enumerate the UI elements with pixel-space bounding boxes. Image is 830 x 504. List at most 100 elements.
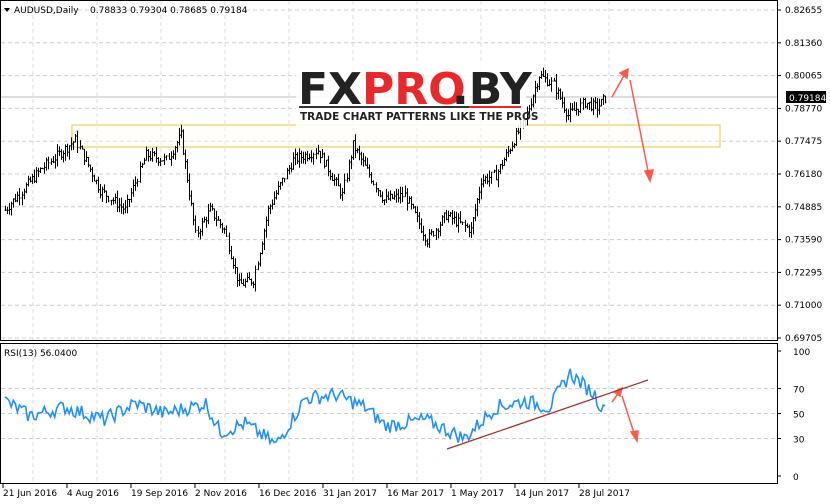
price-bar: [157, 157, 160, 166]
price-bar: [422, 225, 425, 241]
price-bar: [18, 188, 21, 206]
price-bar: [404, 185, 407, 198]
price-bar: [470, 221, 473, 238]
price-bar: [323, 152, 326, 169]
price-bar: [66, 143, 69, 157]
current-price-tag: 0.79184: [786, 91, 826, 104]
price-bar: [445, 209, 448, 221]
price-bar: [242, 278, 245, 286]
price-bar: [54, 154, 57, 169]
price-bar: [134, 176, 137, 191]
rsi-down-arrow: [621, 395, 636, 437]
price-bar: [308, 153, 311, 161]
price-bar: [306, 150, 309, 162]
price-bar: [540, 70, 543, 79]
price-bar: [362, 152, 365, 167]
price-bar: [333, 174, 336, 186]
y-tick-label: 0.69705: [785, 334, 822, 344]
price-bar: [329, 169, 332, 181]
price-bar: [112, 197, 115, 205]
price-bar: [257, 261, 260, 271]
ohlc-values: 0.78833 0.79304 0.78685 0.79184: [90, 6, 248, 16]
price-bar: [190, 190, 193, 206]
price-bar: [555, 74, 558, 100]
price-bar: [294, 148, 297, 166]
price-bar: [283, 177, 286, 183]
price-bar: [368, 164, 371, 178]
price-bar: [468, 224, 471, 238]
price-bar: [569, 102, 572, 123]
price-bar: [52, 156, 55, 164]
price-bar: [219, 219, 222, 229]
price-bar: [12, 198, 15, 208]
price-bar: [149, 151, 152, 162]
x-tick-label: 31 Jan 2017: [323, 489, 377, 499]
price-bar: [381, 191, 384, 204]
price-bar: [93, 174, 96, 182]
price-bar: [464, 219, 467, 232]
price-bar: [8, 202, 11, 215]
current-price-label: 0.79184: [789, 94, 826, 104]
price-bar: [602, 94, 605, 106]
price-bar: [343, 173, 346, 195]
price-bar: [236, 267, 239, 287]
price-bar: [505, 149, 508, 162]
x-tick-label: 2 Nov 2016: [195, 489, 247, 499]
y-tick-label: 0.77475: [785, 137, 822, 147]
y-tick-label: 0.82655: [785, 6, 822, 16]
price-bar: [553, 77, 556, 82]
price-bar: [565, 108, 568, 123]
y-tick-label: 0.80065: [785, 72, 822, 82]
price-bar: [267, 205, 270, 226]
chart-canvas[interactable]: 0.82655 0.81360 0.80065 0.78770 0.77475 0.761…: [0, 0, 830, 504]
price-bar: [509, 148, 512, 154]
price-bar: [225, 225, 228, 237]
price-bar: [561, 91, 564, 108]
price-bar: [377, 188, 380, 196]
price-axis: 0.82655 0.81360 0.80065 0.78770 0.77475 0.761…: [777, 6, 822, 344]
price-bar: [273, 191, 276, 205]
price-bar: [238, 273, 241, 287]
price-bar: [567, 109, 570, 121]
price-bar: [563, 97, 566, 113]
price-bar: [136, 178, 139, 187]
price-bar: [25, 182, 28, 194]
price-bar: [292, 152, 295, 170]
price-bar: [271, 199, 274, 210]
price-bar: [147, 148, 150, 162]
price-bar: [339, 183, 342, 199]
price-bar: [221, 222, 224, 234]
price-bar: [14, 193, 17, 203]
x-tick-label: 28 Jul 2017: [579, 489, 630, 499]
price-bar: [184, 149, 187, 170]
price-bar: [387, 191, 390, 201]
price-bar: [62, 150, 65, 163]
price-bar: [240, 272, 243, 285]
price-bar: [151, 147, 154, 162]
price-bar: [186, 158, 189, 183]
price-bar: [401, 186, 404, 203]
price-bar: [230, 246, 233, 260]
price-bar: [449, 211, 452, 217]
price-bar: [155, 146, 158, 163]
price-bar: [43, 162, 46, 174]
price-bar: [536, 83, 539, 92]
price-bar: [586, 102, 589, 110]
price-bar: [600, 98, 603, 107]
price-bar: [29, 176, 32, 183]
price-bar: [68, 145, 71, 160]
price-bar: [482, 174, 485, 188]
price-bar: [472, 217, 475, 235]
price-bar: [497, 169, 500, 188]
price-bar: [58, 146, 61, 156]
y-tick-label: 0.72295: [785, 268, 822, 278]
price-bar: [45, 157, 48, 171]
price-bar: [493, 169, 496, 174]
price-bar: [124, 200, 127, 214]
price-bar: [391, 193, 394, 200]
arrowhead-icon: [618, 67, 629, 80]
x-tick-label: 19 Sep 2016: [131, 489, 188, 499]
price-bar: [153, 151, 156, 157]
price-bar: [592, 98, 595, 116]
rsi-series-line: [4, 368, 606, 446]
